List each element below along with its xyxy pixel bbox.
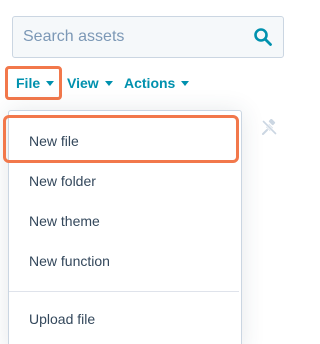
menu-item-new-theme[interactable]: New theme	[9, 201, 239, 241]
menu-item-new-folder[interactable]: New folder	[9, 161, 239, 201]
menu-item-upload-file[interactable]: Upload file	[9, 299, 239, 339]
actions-menu-label: Actions	[124, 75, 176, 91]
menu-divider	[9, 291, 239, 292]
search-box	[12, 16, 284, 58]
menu-item-label: New theme	[29, 213, 100, 229]
search-icon[interactable]	[253, 27, 273, 47]
search-input[interactable]	[13, 17, 253, 57]
asset-panel: File View Actions New file New folder Ne…	[0, 0, 295, 344]
menu-item-label: New file	[29, 133, 79, 149]
file-dropdown-menu: New file New folder New theme New functi…	[3, 110, 242, 344]
toolbar: File View Actions	[0, 66, 295, 100]
unpin-icon[interactable]	[262, 119, 278, 135]
menu-item-label: New function	[29, 253, 110, 269]
view-menu-label: View	[67, 75, 99, 91]
menu-item-label: New folder	[29, 173, 96, 189]
menu-item-label: Upload file	[29, 311, 96, 327]
file-menu-label: File	[16, 75, 41, 91]
menu-item-new-function[interactable]: New function	[9, 241, 239, 281]
view-menu-button[interactable]: View	[67, 66, 113, 100]
menu-item-new-file[interactable]: New file	[9, 121, 239, 161]
file-menu-button[interactable]: File	[5, 66, 62, 100]
chevron-down-icon	[181, 80, 190, 86]
chevron-down-icon	[46, 80, 55, 86]
actions-menu-button[interactable]: Actions	[124, 66, 190, 100]
chevron-down-icon	[104, 80, 113, 86]
